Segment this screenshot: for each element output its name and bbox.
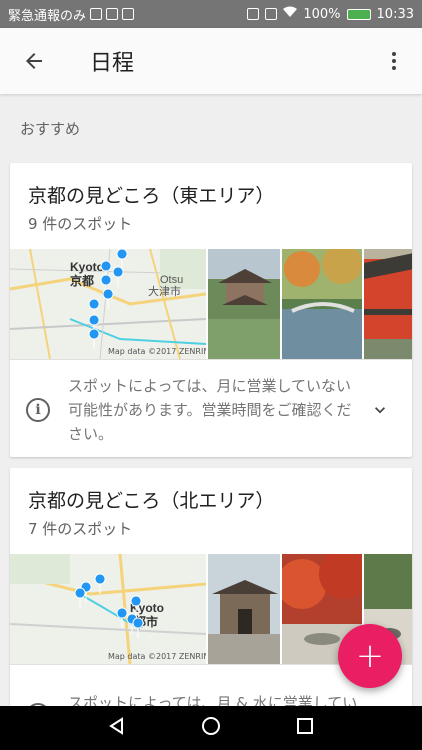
- spot-photo[interactable]: [206, 554, 280, 664]
- nfc-icon: [247, 8, 260, 20]
- section-label: おすすめ: [20, 120, 81, 138]
- wifi-icon: [283, 6, 298, 22]
- map-label: 京都: [70, 273, 94, 288]
- nav-home-button[interactable]: [200, 715, 222, 741]
- card-media[interactable]: Kyoto 京都 Otsu 大津市 Map data ©2017 ZENRIN: [10, 249, 412, 359]
- info-icon: i: [26, 397, 50, 422]
- shrine-photo: [364, 249, 412, 359]
- spot-photo[interactable]: [206, 249, 280, 359]
- card-title: 京都の見どころ（東エリア）: [28, 185, 275, 207]
- business-hours-notice[interactable]: i スポットによっては、月に営業していない可能性があります。営業時間をご確認くだ…: [10, 359, 412, 457]
- circle-home-icon: [201, 717, 220, 735]
- garden-photo: [282, 249, 362, 359]
- clock: 10:33: [376, 6, 414, 22]
- nav-recents-button[interactable]: [295, 716, 315, 740]
- notification-icon: [90, 8, 103, 20]
- itinerary-card[interactable]: 京都の見どころ（東エリア） 9 件のスポット Kyoto 京都 Otsu 大津市: [10, 163, 412, 457]
- vibrate-icon: [265, 8, 278, 20]
- map-thumbnail[interactable]: Kyoto 都市 Map data ©2017 ZENRIN: [10, 554, 206, 664]
- card-spot-count: 7 件のスポット: [28, 520, 133, 538]
- more-vert-icon: [392, 52, 396, 70]
- page-title: 日程: [90, 51, 135, 76]
- nav-back-button[interactable]: [107, 716, 127, 740]
- notice-text: スポットによっては、月に営業していない可能性があります。営業時間をご確認ください…: [68, 376, 352, 443]
- overflow-menu-button[interactable]: [370, 37, 418, 85]
- arrow-back-icon: [26, 53, 42, 69]
- battery-percent: 100%: [303, 6, 341, 22]
- add-schedule-button[interactable]: +: [338, 624, 402, 688]
- card-title: 京都の見どころ（北エリア）: [28, 490, 275, 512]
- map-credit: Map data ©2017 ZENRIN: [108, 652, 206, 661]
- temple-gate-photo: [208, 554, 280, 664]
- app-bar: 日程: [0, 28, 422, 94]
- map-image: Kyoto 京都 Otsu 大津市: [10, 249, 206, 359]
- expand-button[interactable]: [368, 398, 392, 422]
- square-recents-icon: [297, 718, 314, 734]
- map-thumbnail[interactable]: Kyoto 京都 Otsu 大津市 Map data ©2017 ZENRIN: [10, 249, 206, 359]
- image-icon: [122, 8, 135, 20]
- spot-photo[interactable]: [362, 249, 412, 359]
- map-label: 大津市: [148, 284, 181, 298]
- card-spot-count: 9 件のスポット: [28, 215, 133, 233]
- triangle-back-icon: [108, 717, 123, 735]
- map-label: Kyoto: [70, 260, 104, 274]
- system-nav-bar: [0, 706, 422, 750]
- status-bar: 緊急通報のみ 100% 10:33: [0, 0, 422, 28]
- battery-icon: [346, 8, 371, 20]
- back-button[interactable]: [4, 31, 64, 91]
- carrier-text: 緊急通報のみ: [8, 8, 87, 24]
- add-icon: +: [355, 636, 385, 676]
- chevron-down-icon: [375, 406, 385, 413]
- mail-icon: [106, 8, 119, 20]
- map-credit: Map data ©2017 ZENRIN: [108, 347, 206, 356]
- spot-photo[interactable]: [280, 249, 362, 359]
- temple-photo: [208, 249, 280, 359]
- map-image: Kyoto 都市: [10, 554, 206, 664]
